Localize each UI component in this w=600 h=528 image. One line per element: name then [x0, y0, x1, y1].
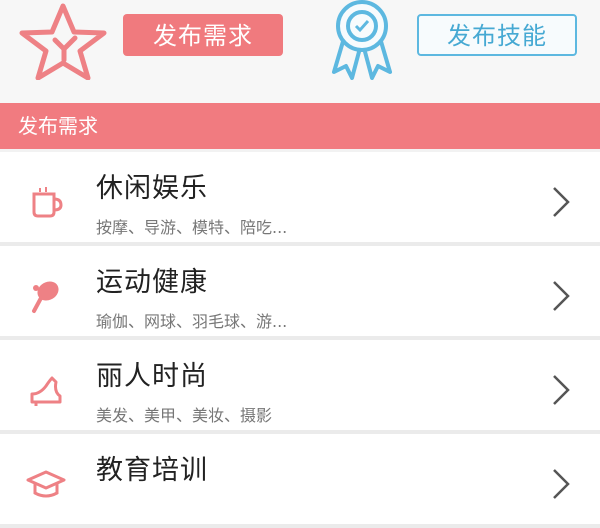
category-list: 休闲娱乐 按摩、导游、模特、陪吃... 运动健康 瑜伽、网球、羽毛球、游... … — [0, 152, 600, 528]
post-demand-button[interactable]: 发布需求 — [123, 14, 283, 56]
list-item-title: 教育培训 — [96, 455, 208, 486]
chevron-right-icon — [553, 281, 570, 311]
high-heel-icon — [30, 376, 62, 406]
cup-icon — [32, 187, 63, 218]
chevron-right-icon — [553, 375, 570, 405]
section-header: 发布需求 — [0, 103, 600, 149]
chevron-right-icon — [553, 187, 570, 217]
list-item-sports[interactable]: 运动健康 瑜伽、网球、羽毛球、游... — [0, 246, 600, 340]
graduation-cap-icon — [26, 470, 66, 498]
list-item-subtitle: 美发、美甲、美妆、摄影 — [96, 406, 273, 425]
list-item-leisure[interactable]: 休闲娱乐 按摩、导游、模特、陪吃... — [0, 152, 600, 246]
list-item-subtitle: 按摩、导游、模特、陪吃... — [96, 218, 288, 237]
medal-ribbon-icon — [332, 0, 392, 80]
list-item-subtitle: 瑜伽、网球、羽毛球、游... — [96, 312, 288, 331]
list-item-title: 休闲娱乐 — [96, 173, 208, 204]
list-item-beauty[interactable]: 丽人时尚 美发、美甲、美妆、摄影 — [0, 340, 600, 434]
chevron-right-icon — [553, 469, 570, 499]
list-item-title: 丽人时尚 — [96, 361, 208, 392]
star-icon — [19, 3, 107, 80]
list-item-title: 运动健康 — [96, 267, 208, 298]
list-item-education[interactable]: 教育培训 — [0, 434, 600, 528]
post-skill-button[interactable]: 发布技能 — [417, 14, 577, 56]
top-bar: 发布需求 发布技能 — [0, 0, 600, 103]
racket-icon — [32, 281, 59, 313]
